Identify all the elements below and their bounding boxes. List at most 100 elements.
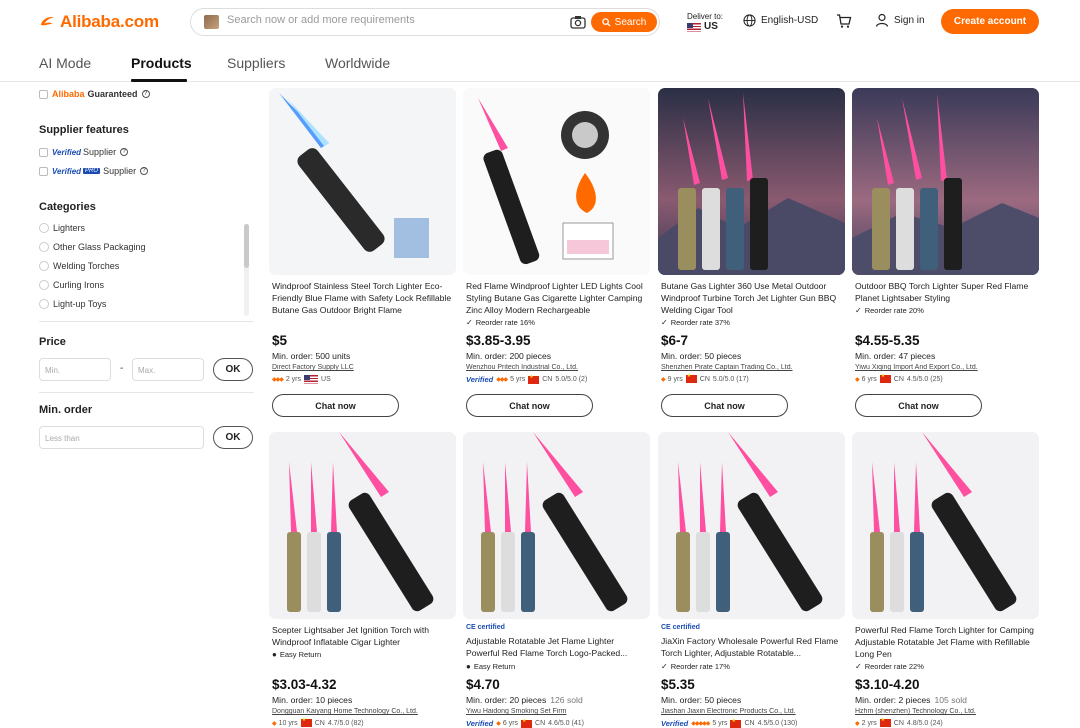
product-image-graphic [463, 432, 650, 619]
supplier-meta: ◆ 6 yrs CN 4.5/5.0 (25) [855, 373, 943, 383]
categories-scrollbar[interactable] [244, 224, 249, 316]
tab-products[interactable]: Products [131, 55, 192, 71]
supplier-meta: Verified ◆ 6 yrs CN 4.6/5.0 (41) [466, 718, 584, 728]
supplier-meta: Verified ◆◆◆ 5 yrs CN 5.0/5.0 (2) [466, 374, 588, 385]
check-icon: ✓ [661, 318, 668, 327]
image-search-thumbnail[interactable] [204, 15, 219, 29]
category-radio[interactable] [39, 223, 49, 233]
supplier-name[interactable]: Jiashan Jiaxin Electronic Products Co., … [661, 708, 844, 715]
sign-in-link[interactable]: Sign in [875, 13, 925, 27]
supplier-meta: ◆ 2 yrs CN 4.8/5.0 (24) [855, 717, 943, 727]
filter-verified-pro-supplier[interactable]: Verified PRO Supplier ? [39, 166, 149, 176]
product-moq: Min. order: 500 units [272, 351, 351, 361]
category-item[interactable]: Lighters [39, 223, 85, 233]
product-image[interactable] [658, 88, 845, 275]
supplier-name[interactable]: Hzhm (shenzhen) Technology Co., Ltd. [855, 708, 1038, 715]
product-image[interactable] [658, 432, 845, 619]
search-bar[interactable]: Search [190, 8, 660, 36]
verified-pro-checkbox[interactable] [39, 166, 48, 176]
search-button[interactable]: Search [591, 12, 657, 32]
category-item[interactable]: Light-up Toys [39, 299, 106, 309]
product-moq-label: Min. order: 20 pieces [466, 695, 547, 705]
product-title[interactable]: JiaXin Factory Wholesale Powerful Red Fl… [661, 635, 843, 660]
check-icon: ✓ [466, 318, 473, 327]
supplier-name[interactable]: Yiwu Xiqing Import And Export Co., Ltd. [855, 364, 1038, 371]
product-image[interactable] [269, 88, 456, 275]
price-ok-button[interactable]: OK [213, 358, 253, 381]
product-image[interactable] [269, 432, 456, 619]
category-radio[interactable] [39, 261, 49, 271]
supplier-rank-icon: ◆◆◆ [496, 377, 508, 383]
product-title[interactable]: Powerful Red Flame Torch Lighter for Cam… [855, 624, 1037, 661]
product-title[interactable]: Outdoor BBQ Torch Lighter Super Red Flam… [855, 280, 1037, 305]
supplier-rank-icon: ◆◆◆◆◆ [691, 721, 710, 727]
price-min-input[interactable]: Min. [39, 358, 111, 381]
top-header: Alibaba.com Search Deliver to: US [0, 0, 1080, 44]
price-max-input[interactable]: Max. [132, 358, 204, 381]
deliver-to[interactable]: Deliver to: US [687, 12, 723, 32]
search-input[interactable] [227, 14, 547, 26]
chat-now-button[interactable]: Chat now [466, 394, 593, 417]
help-icon[interactable]: ? [141, 90, 150, 98]
product-title[interactable]: Butane Gas Lighter 360 Use Metal Outdoor… [661, 280, 843, 317]
filter-verified-supplier[interactable]: Verified Supplier ? [39, 147, 129, 157]
product-image-graphic [658, 88, 845, 275]
create-account-button[interactable]: Create account [941, 9, 1039, 34]
product-tag: ✓ Reorder rate 17% [661, 662, 730, 671]
category-radio[interactable] [39, 299, 49, 309]
product-tag-label: Easy Return [279, 650, 322, 659]
product-image[interactable] [463, 88, 650, 275]
category-radio[interactable] [39, 280, 49, 290]
supplier-rating: 5.0/5.0 (2) [555, 376, 588, 383]
supplier-years: 6 yrs [502, 720, 519, 727]
supplier-rating: 4.5/5.0 (130) [757, 720, 798, 727]
filter-guaranteed[interactable]: Alibaba Guaranteed ? [39, 89, 150, 99]
divider [39, 392, 254, 393]
categories-scroll-thumb[interactable] [244, 224, 249, 268]
tab-ai-mode[interactable]: AI Mode [39, 55, 91, 71]
chat-now-button[interactable]: Chat now [661, 394, 788, 417]
product-image[interactable] [852, 88, 1039, 275]
product-title[interactable]: Windproof Stainless Steel Torch Lighter … [272, 280, 454, 317]
chat-now-button[interactable]: Chat now [272, 394, 399, 417]
product-image-graphic [463, 88, 650, 275]
user-icon [875, 13, 889, 27]
tab-suppliers[interactable]: Suppliers [227, 55, 285, 71]
product-tag-label: Reorder rate 16% [475, 318, 535, 327]
supplier-name[interactable]: Dongguan Kaiyang Home Technology Co., Lt… [272, 708, 455, 715]
product-title[interactable]: Scepter Lightsaber Jet Ignition Torch wi… [272, 624, 454, 649]
product-moq: Min. order: 47 pieces [855, 351, 936, 361]
supplier-features-title: Supplier features [39, 124, 129, 136]
supplier-rank-icon: ◆ [272, 720, 277, 727]
supplier-years: 9 yrs [667, 375, 683, 383]
tab-worldwide[interactable]: Worldwide [325, 55, 390, 71]
product-image[interactable] [463, 432, 650, 619]
category-item[interactable]: Welding Torches [39, 261, 119, 271]
help-icon[interactable]: ? [120, 148, 129, 156]
min-order-input[interactable]: Less than [39, 426, 204, 449]
category-item[interactable]: Other Glass Packaging [39, 242, 146, 252]
supplier-name[interactable]: Yiwu Haidong Smoking Set Firm [466, 708, 649, 715]
supplier-name[interactable]: Wenzhou Pritech Industrial Co., Ltd. [466, 364, 649, 371]
product-title[interactable]: Adjustable Rotatable Jet Flame Lighter P… [466, 635, 648, 660]
verified-tag: Verified [52, 166, 82, 176]
category-item[interactable]: Curling Irons [39, 280, 104, 290]
chat-now-button[interactable]: Chat now [855, 394, 982, 417]
supplier-name[interactable]: Shenzhen Pirate Captain Trading Co., Ltd… [661, 364, 844, 371]
camera-icon[interactable] [570, 15, 586, 29]
product-title[interactable]: Red Flame Windproof Lighter LED Lights C… [466, 280, 648, 317]
help-icon[interactable]: ? [140, 167, 149, 175]
verified-supplier-checkbox[interactable] [39, 147, 48, 157]
alibaba-logo[interactable]: Alibaba.com [39, 10, 159, 34]
category-radio[interactable] [39, 242, 49, 252]
verified-supplier-label: Supplier [83, 147, 117, 157]
alibaba-logo-icon [40, 16, 55, 26]
product-image[interactable] [852, 432, 1039, 619]
product-tag: ● Easy Return [466, 662, 515, 671]
min-order-ok-button[interactable]: OK [213, 426, 253, 449]
supplier-name[interactable]: Direct Factory Supply LLC [272, 364, 455, 371]
guaranteed-checkbox[interactable] [39, 89, 48, 99]
cart-icon[interactable] [836, 13, 852, 29]
logo-text: Alibaba.com [60, 12, 159, 31]
language-selector[interactable]: English-USD [743, 14, 818, 27]
